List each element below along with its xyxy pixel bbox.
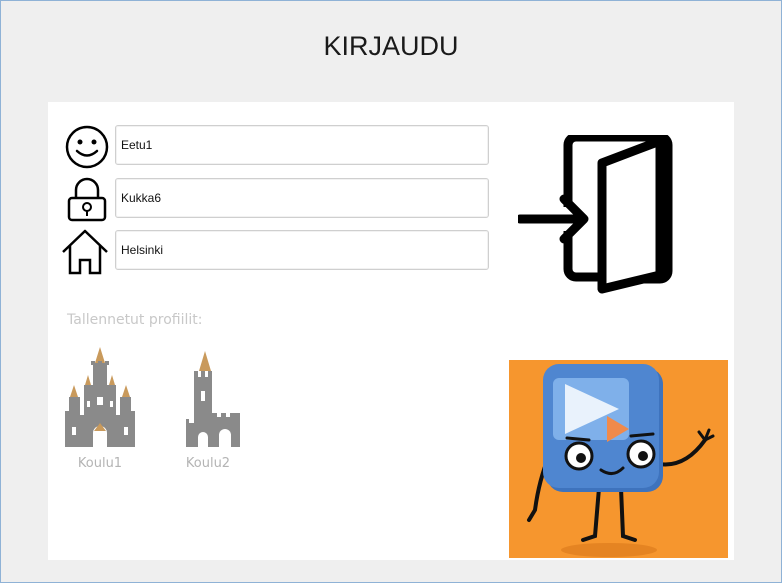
smiley-face-icon xyxy=(65,125,109,169)
location-field[interactable] xyxy=(115,230,489,270)
profile-koulu2[interactable]: Koulu2 xyxy=(168,347,248,471)
profile-name: Koulu1 xyxy=(77,456,123,471)
username-field[interactable] xyxy=(115,125,489,165)
profile-name: Koulu2 xyxy=(185,456,231,471)
profile-koulu1[interactable]: Koulu1 xyxy=(60,347,140,471)
login-door-icon[interactable] xyxy=(518,135,678,295)
tower-icon xyxy=(186,351,240,447)
mascot-image xyxy=(509,360,728,558)
page-title: KIRJAUDU xyxy=(323,31,459,61)
login-panel: Tallennetut profiilit: xyxy=(48,102,734,560)
house-icon xyxy=(62,229,108,275)
padlock-icon xyxy=(67,177,107,222)
mascot-illustration xyxy=(509,360,728,558)
castle-icon xyxy=(65,347,135,447)
saved-profiles-label: Tallennetut profiilit: xyxy=(67,312,203,328)
password-field[interactable] xyxy=(115,178,489,218)
login-window: KIRJAUDU Tallennetut profiilit: xyxy=(0,0,782,583)
